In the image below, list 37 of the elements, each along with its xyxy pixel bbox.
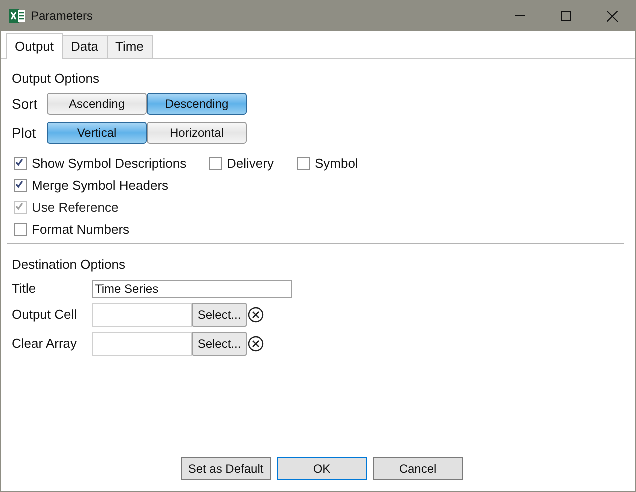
checkbox-label: Use Reference [32,199,119,217]
toggle-option[interactable]: Horizontal [147,122,247,144]
window-title: Parameters [31,8,94,25]
checkbox[interactable] [14,157,27,170]
select-button[interactable]: Select... [192,303,247,327]
checkbox-label: Delivery [227,155,274,173]
tab[interactable]: Time [106,35,153,58]
checkbox-label: Format Numbers [32,221,130,239]
spreadsheet-app-icon [9,8,25,24]
checkbox[interactable] [209,157,222,170]
checkbox[interactable] [14,179,27,192]
section-heading: Output Options [12,70,100,87]
select-button[interactable]: Select... [192,332,247,356]
cell-field[interactable] [92,303,192,327]
section-heading: Destination Options [12,256,126,273]
field-label: Clear Array [12,335,78,354]
clear-icon[interactable] [248,336,264,352]
checkbox-label: Merge Symbol Headers [32,177,169,195]
dialog-button[interactable]: Cancel [373,457,463,480]
toggle-option[interactable]: Descending [147,93,247,115]
dialog-button[interactable]: Set as Default [181,457,271,480]
clear-icon[interactable] [248,307,264,323]
title-field[interactable]: Time Series [92,280,292,298]
dialog-button[interactable]: OK [277,457,367,480]
toggle-label: Sort [12,94,39,114]
field-label: Output Cell [12,306,78,324]
toggle-label: Plot [12,124,38,142]
field-label: Title [12,280,38,298]
checkbox-label: Show Symbol Descriptions [32,155,187,173]
tab[interactable]: Data [62,35,108,58]
checkbox-label: Symbol [315,155,358,173]
checkbox[interactable] [14,223,27,236]
checkbox[interactable] [297,157,310,170]
tab[interactable]: Output [6,33,64,59]
toggle-option[interactable]: Vertical [47,122,147,144]
toggle-option[interactable]: Ascending [47,93,147,115]
cell-field[interactable] [92,332,192,356]
